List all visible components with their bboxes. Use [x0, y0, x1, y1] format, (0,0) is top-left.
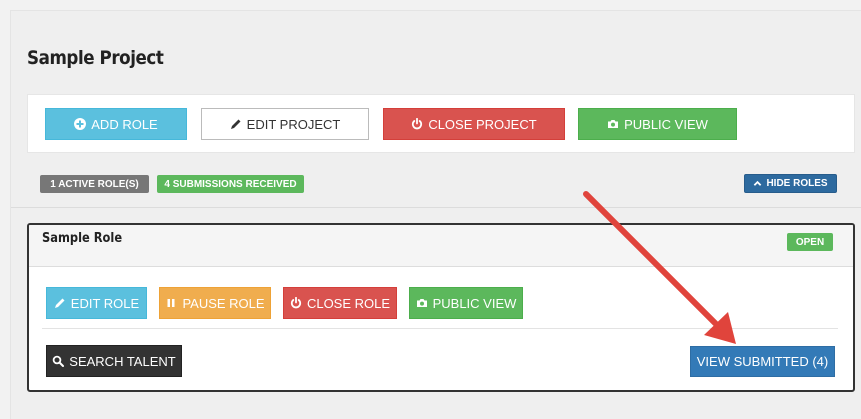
role-divider: [42, 328, 838, 329]
pencil-icon: [54, 298, 65, 308]
edit-project-button[interactable]: EDIT PROJECT: [201, 108, 369, 140]
close-project-label: CLOSE PROJECT: [428, 116, 537, 132]
view-submitted-button[interactable]: VIEW SUBMITTED (4): [690, 346, 835, 377]
search-talent-label: SEARCH TALENT: [69, 353, 176, 369]
role-public-view-button[interactable]: PUBLIC VIEW: [409, 287, 523, 319]
camera-icon: [416, 299, 427, 307]
pause-role-button[interactable]: PAUSE ROLE: [159, 287, 271, 319]
pause-role-label: PAUSE ROLE: [182, 295, 265, 311]
view-submitted-label: VIEW SUBMITTED (4): [696, 354, 829, 369]
search-talent-button[interactable]: SEARCH TALENT: [46, 345, 182, 377]
role-status-badge: OPEN: [787, 233, 833, 251]
pencil-icon: [230, 119, 241, 129]
active-roles-badge: 1 ACTIVE ROLE(S): [40, 175, 149, 193]
camera-icon: [608, 120, 619, 128]
plus-circle-icon: [74, 118, 87, 130]
role-panel-header: [29, 225, 853, 267]
role-public-view-label: PUBLIC VIEW: [432, 295, 517, 311]
edit-project-label: EDIT PROJECT: [246, 116, 341, 132]
hide-roles-label: HIDE ROLES: [766, 178, 828, 189]
submissions-badge: 4 SUBMISSIONS RECEIVED: [157, 175, 304, 193]
edit-role-button[interactable]: EDIT ROLE: [46, 287, 147, 319]
add-role-label: ADD ROLE: [91, 116, 158, 132]
section-divider: [11, 207, 861, 208]
close-role-button[interactable]: CLOSE ROLE: [283, 287, 397, 319]
close-project-button[interactable]: CLOSE PROJECT: [383, 108, 565, 140]
edit-role-label: EDIT ROLE: [70, 295, 140, 311]
power-icon: [290, 297, 302, 309]
add-role-button[interactable]: ADD ROLE: [45, 108, 187, 140]
pause-icon: [167, 299, 175, 307]
role-title: Sample Role: [42, 231, 123, 246]
project-public-view-label: PUBLIC VIEW: [624, 116, 708, 132]
page-title: Sample Project: [27, 47, 164, 69]
search-icon: [52, 355, 65, 367]
project-public-view-button[interactable]: PUBLIC VIEW: [578, 108, 737, 140]
chevron-up-icon: [754, 180, 762, 186]
close-role-label: CLOSE ROLE: [306, 295, 391, 311]
hide-roles-button[interactable]: HIDE ROLES: [744, 174, 837, 193]
power-icon: [412, 118, 423, 130]
